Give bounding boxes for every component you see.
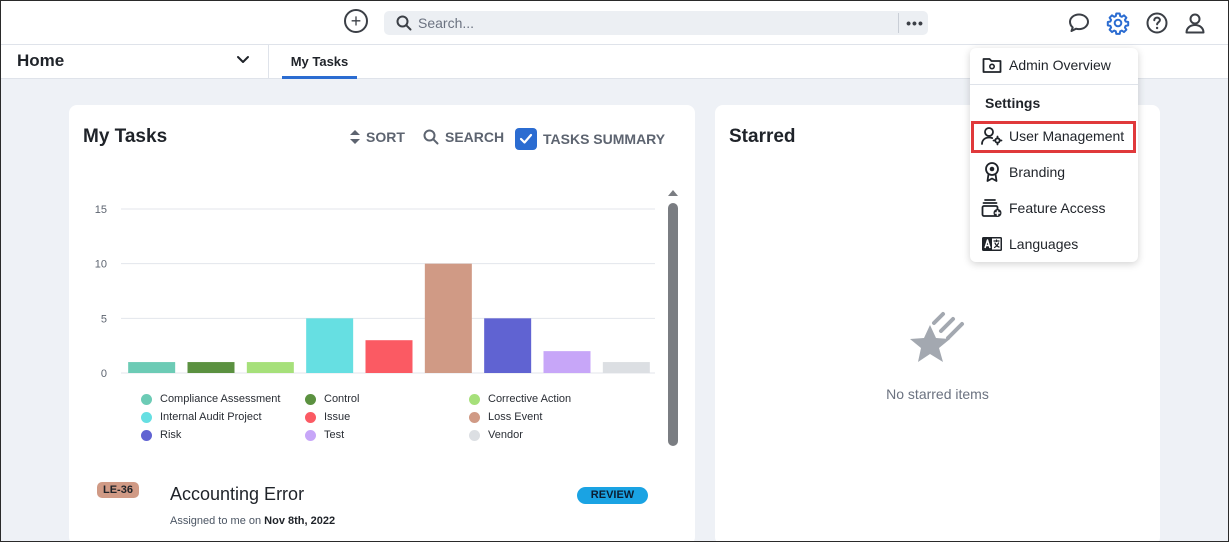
menu-item-languages[interactable]: Languages [970,227,1138,261]
menu-item-branding[interactable]: Branding [970,155,1138,189]
menu-item-label: Languages [1009,236,1079,252]
settings-heading: Settings [985,95,1041,111]
add-icon[interactable]: + [344,9,368,33]
user-settings-icon [981,125,1003,147]
help-icon[interactable] [1145,11,1169,35]
top-bar: + ••• [0,0,1229,45]
legend-label: Vendor [488,429,523,441]
task-assigned-date: Nov 8th, 2022 [264,515,336,527]
y-tick-label: 0 [101,368,107,380]
checkmark-icon [519,133,533,144]
task-title[interactable]: Accounting Error [170,484,304,505]
legend-item[interactable]: Issue [305,411,350,423]
legend-label: Control [324,393,360,405]
legend-swatch [141,411,152,423]
legend-item[interactable]: Internal Audit Project [141,411,262,423]
tab-my-tasks[interactable]: My Tasks [282,45,357,79]
legend-label: Issue [324,411,351,423]
chart-bar[interactable] [543,351,591,373]
legend-item[interactable]: Compliance Assessment [141,393,280,405]
y-tick-label: 10 [95,259,107,271]
search-icon [423,129,439,145]
sort-button[interactable]: SORT [350,129,405,145]
tasks-summary-toggle[interactable]: TASKS SUMMARY [515,128,665,150]
tasks-summary-chart: 0 5 10 15 [95,204,655,380]
tasks-summary-checkbox[interactable] [515,128,537,150]
legend-swatch [141,393,152,405]
legend-item[interactable]: Loss Event [469,411,542,423]
chart-bar[interactable] [187,362,235,373]
award-ribbon-icon [981,161,1003,183]
task-assigned-prefix: Assigned to me on [170,515,265,527]
legend-label: Internal Audit Project [160,411,262,423]
menu-item-label: Branding [1009,164,1066,180]
chat-icon[interactable] [1067,11,1091,35]
admin-folder-icon [981,54,1003,76]
chart-bar[interactable] [484,318,532,373]
task-id-badge: LE-36 [97,482,139,498]
legend-swatch [469,411,480,423]
legend-swatch [305,393,316,405]
chart-bar[interactable] [602,362,650,373]
search-divider [898,13,899,33]
scroll-up-arrow-icon[interactable] [668,190,678,196]
y-tick-label: 5 [101,313,107,325]
legend-swatch [469,393,480,405]
chevron-down-icon[interactable] [236,55,250,65]
starred-title: Starred [729,126,796,147]
sort-icon [350,130,360,144]
shooting-star-icon [909,312,964,362]
menu-item-user-management[interactable]: User Management [970,119,1138,153]
menu-item-feature-access[interactable]: Feature Access [970,191,1138,225]
language-icon [981,233,1003,255]
legend-label: Loss Event [488,411,543,423]
chart-bar[interactable] [128,362,176,373]
y-tick-label: 15 [95,204,107,216]
starred-empty-state: No starred items [715,305,1160,402]
my-tasks-title: My Tasks [83,126,168,147]
chart-bar[interactable] [365,340,413,373]
legend-swatch [305,429,316,441]
menu-item-label: Feature Access [1009,200,1106,216]
task-assigned-info: Assigned to me on Nov 8th, 2022 [170,515,335,527]
chart-bar[interactable] [424,263,472,373]
my-tasks-card: My Tasks SORT SEARCH TASKS SUMMARY 0 5 10 1… [69,105,695,542]
legend-item[interactable]: Corrective Action [469,393,571,405]
chart-bar[interactable] [306,318,354,373]
search-icon [396,15,412,31]
settings-dropdown-menu: Admin Overview Settings User Management … [970,48,1138,262]
feature-access-icon [981,197,1003,219]
menu-item-label: Admin Overview [1009,57,1111,73]
legend-swatch [305,411,316,423]
legend-label: Corrective Action [488,393,572,405]
legend-item[interactable]: Risk [141,429,181,441]
legend-label: Risk [160,429,182,441]
home-selector-label[interactable]: Home [17,51,64,71]
menu-divider [970,84,1138,85]
legend-label: Test [324,429,345,441]
task-list-item[interactable]: LE-36 Accounting Error REVIEW Assigned t… [69,477,659,537]
search-input[interactable] [418,13,888,33]
sort-label: SORT [366,129,405,145]
search-label: SEARCH [445,129,505,145]
legend-swatch [469,429,480,441]
menu-item-label: User Management [1009,128,1125,144]
scrollbar-thumb[interactable] [668,203,678,446]
user-profile-icon[interactable] [1183,11,1207,35]
more-options-icon[interactable]: ••• [903,11,927,35]
legend-item[interactable]: Vendor [469,429,523,441]
legend-swatch [141,429,152,441]
starred-empty-text: No starred items [886,386,989,402]
global-search[interactable]: ••• [384,11,928,35]
menu-item-admin-overview[interactable]: Admin Overview [970,48,1138,82]
search-tasks-button[interactable]: SEARCH [423,129,504,145]
chart-bar[interactable] [246,362,294,373]
legend-item[interactable]: Control [305,393,359,405]
legend-item[interactable]: Test [305,429,344,441]
legend-label: Compliance Assessment [160,393,281,405]
task-status-badge: REVIEW [577,487,648,504]
nav-divider [268,45,269,79]
settings-gear-icon[interactable] [1106,11,1130,35]
tasks-summary-label: TASKS SUMMARY [543,131,666,147]
